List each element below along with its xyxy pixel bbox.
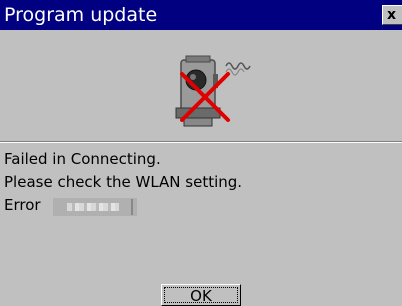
window-title: Program update bbox=[4, 4, 158, 26]
redaction-edge bbox=[131, 199, 133, 215]
message-line-2: Please check the WLAN setting. bbox=[4, 173, 243, 191]
error-code-redacted bbox=[53, 198, 137, 216]
divider bbox=[0, 141, 402, 143]
message-line-1: Failed in Connecting. bbox=[4, 150, 161, 168]
error-label: Error bbox=[4, 196, 41, 214]
instrument-wlan-failed-icon bbox=[162, 46, 254, 142]
close-button[interactable]: x bbox=[382, 5, 402, 25]
redaction-mosaic bbox=[67, 203, 119, 211]
program-update-dialog: Program update x Failed in Connecting. P… bbox=[0, 0, 402, 306]
title-bar: Program update x bbox=[0, 0, 402, 30]
ok-button[interactable]: OK bbox=[161, 284, 241, 306]
ok-button-label: OK bbox=[190, 287, 212, 305]
